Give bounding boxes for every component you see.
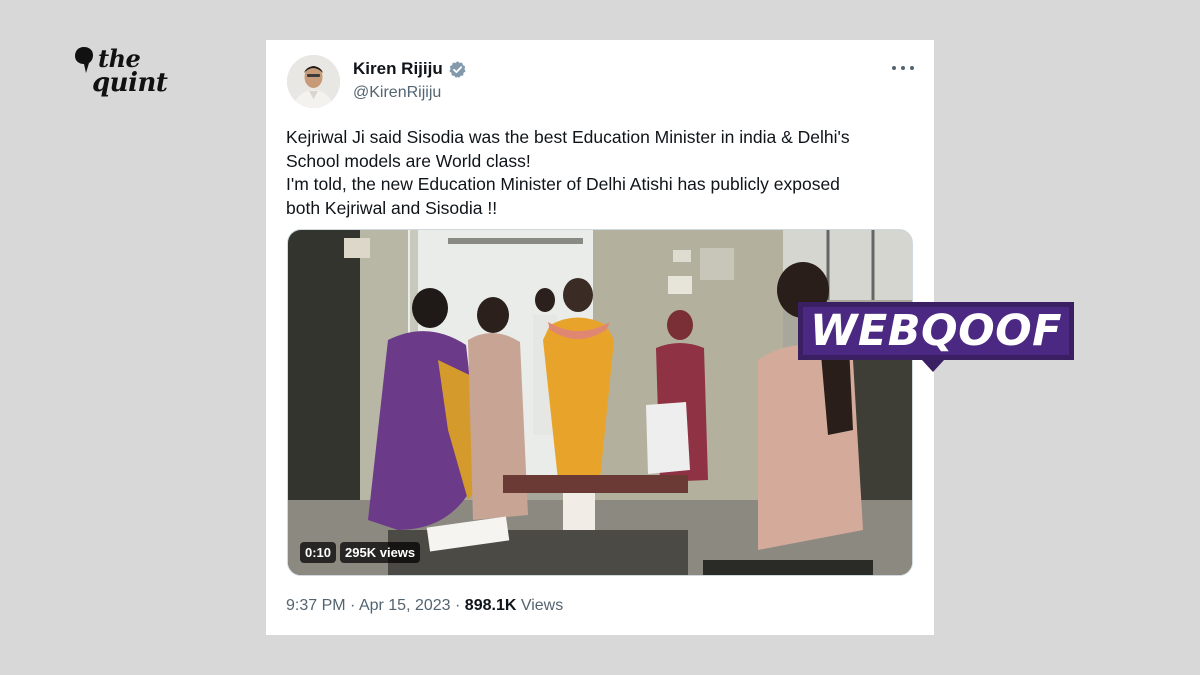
webqoof-label-text: WEBQOOF [809,306,1063,356]
verified-badge-icon [449,60,466,78]
webqoof-label: WEBQOOF [798,302,1074,372]
meta-separator: · [455,597,461,614]
avatar-image [287,55,340,108]
tweet-video[interactable]: 0:10 295K views [287,229,913,576]
author-name[interactable]: Kiren Rijiju [353,59,443,79]
tweet-text-line: Kejriwal Ji said Sisodia was the best Ed… [286,127,850,147]
video-duration: 0:10 [300,542,337,563]
video-badges: 0:10 295K views [300,542,421,563]
tweet-time[interactable]: 9:37 PM [286,597,346,614]
tweet-text: Kejriwal Ji said Sisodia was the best Ed… [286,126,916,220]
the-quint-logo: the quint [74,44,184,108]
quote-mark-logo-icon [75,47,93,73]
author-name-row[interactable]: Kiren Rijiju [353,59,467,79]
tweet-views-count[interactable]: 898.1K [465,597,517,614]
more-options-icon[interactable] [892,60,914,76]
tweet-text-line: I'm told, the new Education Minister of … [286,174,840,194]
video-views: 295K views [340,542,421,563]
tweet-views-label: Views [520,597,564,614]
avatar[interactable] [287,55,340,108]
logo-text-quint: quint [92,68,168,98]
tweet-text-line: both Kejriwal and Sisodia !! [286,197,498,218]
webqoof-label-tail [922,360,944,372]
video-frame [288,230,912,575]
tweet-text-line: School models are World class! [286,150,531,171]
meta-separator: · [350,597,356,614]
author-handle[interactable]: @KirenRijiju [353,84,441,102]
tweet-date[interactable]: Apr 15, 2023 [359,597,451,614]
tweet-meta: 9:37 PM · Apr 15, 2023 · 898.1K Views [286,597,563,615]
